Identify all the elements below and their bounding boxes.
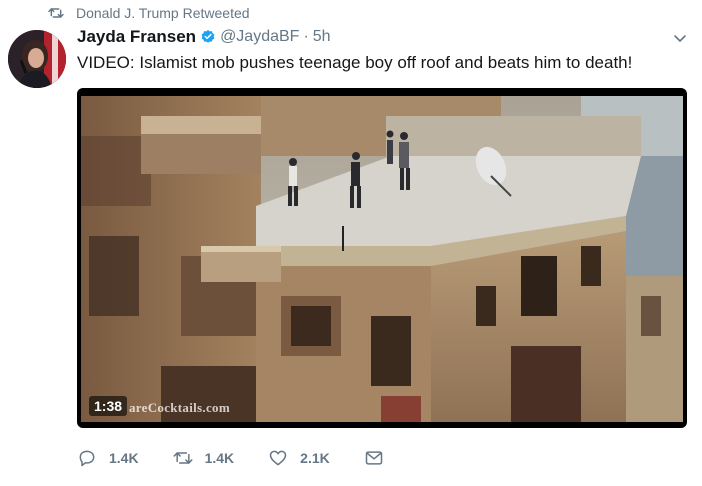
reply-button[interactable]: 1.4K bbox=[77, 448, 139, 468]
like-button[interactable]: 2.1K bbox=[268, 448, 330, 468]
direct-message-button[interactable] bbox=[364, 448, 384, 468]
tweet-actions: 1.4K 1.4K 2.1K bbox=[77, 446, 384, 470]
like-count: 2.1K bbox=[300, 450, 330, 466]
chevron-down-icon[interactable] bbox=[672, 30, 688, 46]
retweet-icon bbox=[48, 6, 64, 20]
tweet-text: VIDEO: Islamist mob pushes teenage boy o… bbox=[77, 53, 633, 72]
user-handle[interactable]: @JaydaBF bbox=[220, 28, 299, 46]
video-player[interactable]: 1:38 areCocktails.com bbox=[77, 88, 687, 428]
reply-count: 1.4K bbox=[109, 450, 139, 466]
verified-badge-icon bbox=[200, 29, 216, 45]
display-name[interactable]: Jayda Fransen bbox=[77, 27, 196, 47]
retweet-icon bbox=[173, 448, 193, 468]
retweet-button[interactable]: 1.4K bbox=[173, 448, 235, 468]
tweet-header: Jayda Fransen @JaydaBF · 5h bbox=[77, 26, 331, 48]
envelope-icon bbox=[364, 448, 384, 468]
retweet-count: 1.4K bbox=[204, 450, 235, 466]
heart-icon bbox=[268, 448, 288, 468]
timestamp[interactable]: 5h bbox=[313, 28, 331, 46]
avatar[interactable] bbox=[8, 30, 66, 88]
video-duration: 1:38 bbox=[89, 396, 128, 416]
retweet-context[interactable]: Donald J. Trump Retweeted bbox=[48, 4, 250, 22]
reply-icon bbox=[77, 448, 97, 468]
video-watermark: areCocktails.com bbox=[129, 400, 230, 415]
retweet-context-text: Donald J. Trump Retweeted bbox=[76, 5, 250, 21]
video-thumbnail[interactable] bbox=[81, 96, 683, 422]
separator-dot: · bbox=[303, 28, 309, 45]
